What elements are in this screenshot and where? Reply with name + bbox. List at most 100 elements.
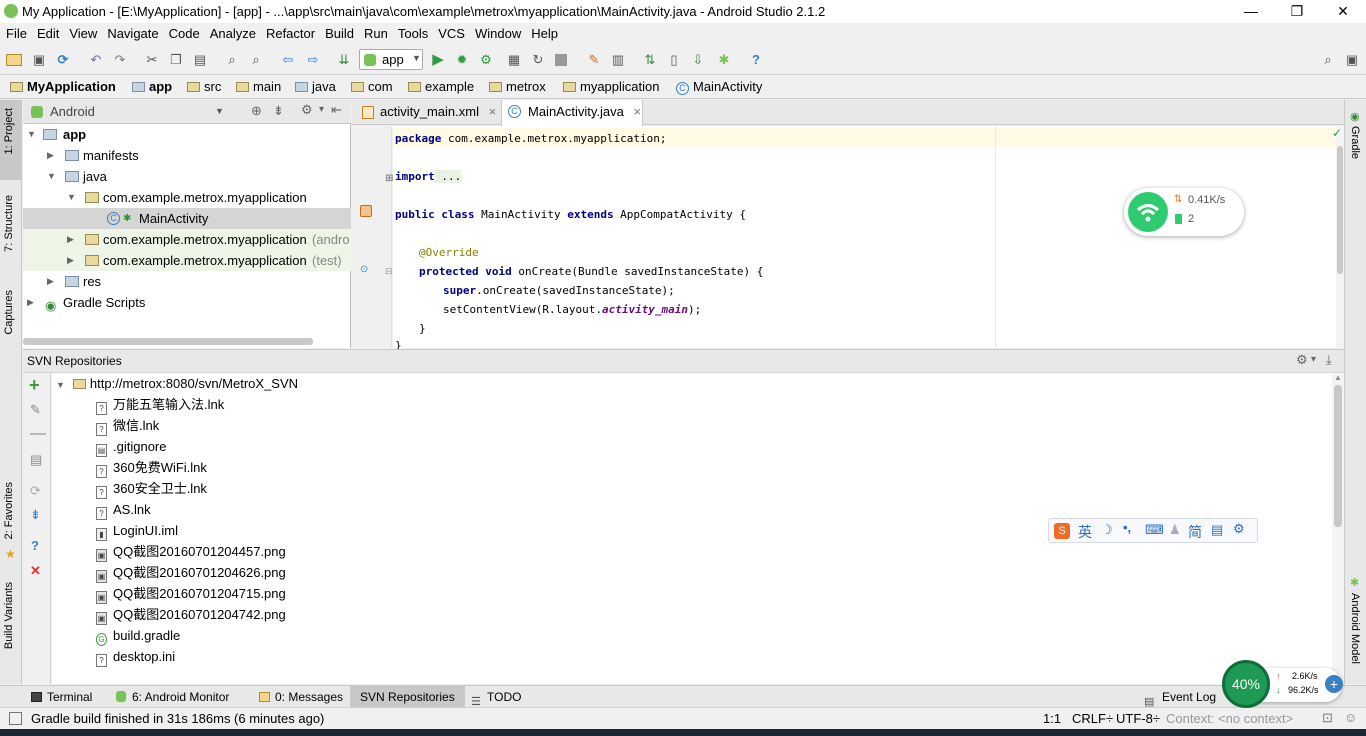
collapse-icon[interactable]: ⇟ [30, 507, 41, 523]
menu-code[interactable]: Code [164, 23, 205, 45]
tree-item-java[interactable]: ▼ java [23, 166, 351, 187]
tree-item-package[interactable]: ▼ com.example.metrox.myapplication [23, 187, 351, 208]
caret-position[interactable]: 1:1 [1043, 711, 1061, 726]
chevron-down-icon[interactable]: ▾ [319, 104, 324, 115]
svn-root[interactable]: ▼ http://metrox:8080/svn/MetroX_SVN [56, 373, 298, 394]
tab-captures[interactable]: Captures [3, 290, 15, 335]
help-icon[interactable]: ? [31, 538, 39, 553]
tab-terminal[interactable]: Terminal [25, 686, 92, 708]
menu-window[interactable]: Window [470, 23, 526, 45]
menu-view[interactable]: View [64, 23, 102, 45]
tab-android-model[interactable]: Android Model [1349, 593, 1361, 664]
hide-panel-icon[interactable]: ⇤ [331, 102, 342, 118]
details-icon[interactable]: ▤ [30, 452, 42, 468]
tab-android-monitor[interactable]: 6: Android Monitor [110, 686, 229, 708]
rerun-icon[interactable]: ↻ [530, 52, 546, 68]
toggle-tool-windows-icon[interactable] [9, 712, 22, 725]
close-tab-icon[interactable]: × [633, 104, 641, 119]
menu-edit[interactable]: Edit [32, 23, 64, 45]
crumb-app[interactable]: app [132, 79, 172, 94]
ime-punct[interactable]: •, [1123, 520, 1131, 535]
moon-icon[interactable]: ☽ [1101, 522, 1113, 538]
project-structure-icon[interactable]: ✎ [586, 52, 602, 68]
refresh-icon[interactable]: ⟳ [30, 483, 41, 499]
menu-refactor[interactable]: Refactor [261, 23, 320, 45]
ime-lang[interactable]: 英 [1078, 522, 1092, 542]
menu-navigate[interactable]: Navigate [102, 23, 163, 45]
gear-icon[interactable]: ⚙ [301, 102, 313, 118]
skin-icon[interactable]: ▤ [1211, 522, 1223, 538]
crumb-project[interactable]: MyApplication [10, 79, 116, 94]
menu-build[interactable]: Build [320, 23, 359, 45]
list-item[interactable]: ? desktop.ini [96, 646, 175, 667]
status-message[interactable]: Gradle build finished in 31s 186ms (6 mi… [31, 711, 324, 726]
scroll-up-icon[interactable]: ▲ [1334, 373, 1342, 382]
make-project-icon[interactable]: ⇊ [336, 52, 352, 68]
find-icon[interactable]: ⌕ [224, 52, 240, 68]
tree-item-package-androidtest[interactable]: ▶ com.example.metrox.myapplication (andr… [23, 229, 351, 250]
boost-icon[interactable]: + [1325, 675, 1343, 693]
run-config-select[interactable]: app ▼ [359, 49, 423, 70]
run-icon[interactable]: ▶ [430, 52, 446, 68]
scroll-thumb[interactable] [1334, 385, 1342, 527]
gear-icon[interactable]: ⚙ [1233, 521, 1245, 537]
collapse-all-icon[interactable]: ⇟ [273, 103, 284, 119]
tab-svn-repositories[interactable]: SVN Repositories [350, 686, 465, 708]
line-separator[interactable]: CRLF÷ [1072, 711, 1113, 726]
list-item[interactable]: ▣ QQ截图20160701204715.png [96, 583, 286, 604]
network-speed-widget[interactable]: ⇅ 0.41K/s 2 [1124, 188, 1244, 236]
chevron-down-icon[interactable]: ▾ [1311, 354, 1316, 365]
crumb-metrox[interactable]: metrox [489, 79, 546, 94]
menu-vcs[interactable]: VCS [433, 23, 470, 45]
svn-scrollbar[interactable]: ▲ [1332, 373, 1344, 684]
crumb-main[interactable]: main [236, 79, 281, 94]
minimize-button[interactable]: — [1228, 0, 1274, 23]
tab-build-variants[interactable]: Build Variants [3, 582, 15, 649]
sdk-manager-icon[interactable]: ⇩ [690, 52, 706, 68]
open-folder-icon[interactable] [6, 54, 22, 66]
android-device-monitor-icon[interactable]: ✱ [716, 52, 732, 68]
tab-mainactivity-java[interactable]: C MainActivity.java × [501, 100, 643, 126]
crumb-mainactivity[interactable]: C MainActivity [676, 79, 762, 95]
override-icon[interactable]: ⊙ [360, 264, 368, 275]
list-item[interactable]: ▤ .gitignore [96, 436, 166, 457]
list-item[interactable]: ▣ QQ截图20160701204742.png [96, 604, 286, 625]
lock-icon[interactable]: ⊡ [1322, 710, 1333, 726]
activity-gutter-icon[interactable] [360, 205, 372, 217]
close-tab-icon[interactable]: × [489, 104, 497, 119]
ime-toolbar[interactable]: S 英 ☽ •, ⌨ ♟ 简 ▤ ⚙ [1048, 518, 1258, 543]
help-icon[interactable]: ? [748, 52, 764, 68]
menu-run[interactable]: Run [359, 23, 393, 45]
crumb-myapplication[interactable]: myapplication [563, 79, 660, 94]
menu-help[interactable]: Help [526, 23, 563, 45]
debug-icon[interactable]: ✹ [454, 52, 470, 68]
tab-event-log[interactable]: ▤ Event Log [1140, 686, 1216, 708]
scroll-thumb[interactable] [1337, 146, 1343, 274]
chevron-down-icon[interactable]: ▼ [215, 106, 224, 116]
save-icon[interactable]: ▣ [31, 52, 47, 68]
replace-icon[interactable]: ⌕ [248, 52, 264, 68]
crumb-src[interactable]: src [187, 79, 221, 94]
tab-messages[interactable]: 0: Messages [253, 686, 343, 708]
hector-icon[interactable]: ☺ [1344, 710, 1357, 725]
close-icon[interactable]: ✕ [30, 563, 41, 579]
expand-icon[interactable]: ▣ [1344, 52, 1360, 68]
tree-item-mainactivity[interactable]: C ✱ MainActivity [23, 208, 351, 229]
scroll-from-source-icon[interactable]: ⊕ [251, 103, 262, 119]
user-icon[interactable]: ♟ [1169, 522, 1181, 538]
copy-icon[interactable]: ❐ [168, 52, 184, 68]
settings-icon[interactable]: ▥ [610, 52, 626, 68]
redo-icon[interactable]: ↷ [112, 52, 128, 68]
tree-item-manifests[interactable]: ▶ manifests [23, 145, 351, 166]
tab-favorites[interactable]: 2: Favorites [3, 482, 15, 539]
gear-icon[interactable]: ⚙ [1296, 352, 1308, 368]
fold-icon[interactable]: ⊟ [385, 266, 393, 277]
sync-gradle-icon[interactable]: ⇅ [642, 52, 658, 68]
add-icon[interactable]: + [29, 375, 40, 396]
list-item[interactable]: ▮ LoginUI.iml [96, 520, 178, 541]
list-item[interactable]: ? 微信.lnk [96, 415, 159, 436]
crumb-java[interactable]: java [295, 79, 336, 94]
search-everywhere-icon[interactable]: ⌕ [1320, 52, 1336, 68]
tree-item-app[interactable]: ▼ app [23, 124, 351, 145]
back-icon[interactable]: ⇦ [280, 52, 296, 68]
